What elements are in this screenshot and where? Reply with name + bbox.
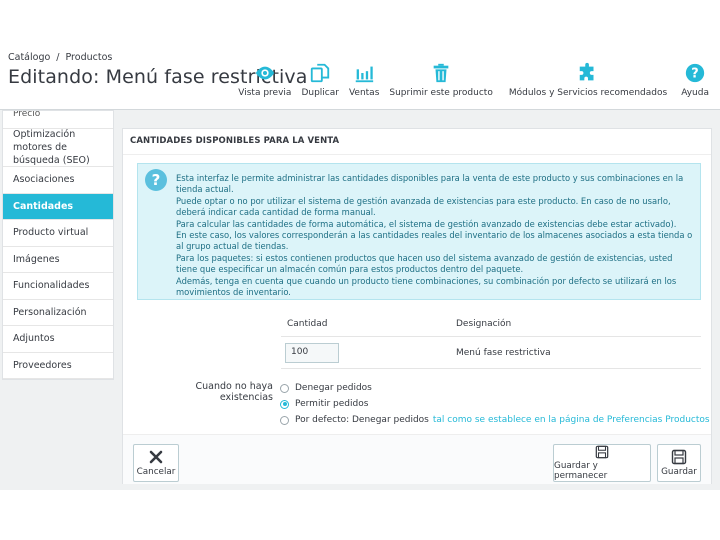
quantities-panel: CANTIDADES DISPONIBLES PARA LA VENTA ? E… [122, 128, 712, 484]
sidebar-item-cut[interactable]: Precio [3, 111, 113, 129]
alert-line: Esta interfaz le permite administrar las… [176, 173, 684, 195]
radio-default[interactable] [280, 415, 289, 425]
preview-button[interactable]: Vista previa [233, 62, 296, 98]
out-of-stock-options: Denegar pedidos Permitir pedidos Por def… [280, 380, 710, 428]
alert-line: Para los paquetes: si estos contienen pr… [176, 252, 673, 275]
sales-button[interactable]: Ventas [344, 62, 384, 98]
cancel-button[interactable]: Cancelar [133, 444, 179, 482]
preview-label: Vista previa [238, 88, 292, 98]
radio-deny[interactable] [280, 383, 289, 393]
out-of-stock-label: Cuando no haya existencias [195, 381, 274, 403]
option-default[interactable]: Por defecto: Denegar pedidos tal como se… [280, 412, 710, 428]
sidebar-item-images[interactable]: Imágenes [3, 247, 113, 273]
save-label: Guardar [661, 467, 697, 477]
alert-line: Puede optar o no por utilizar el sistema… [176, 195, 671, 218]
help-label: Ayuda [681, 88, 709, 98]
sidebar-item-customization[interactable]: Personalización [3, 300, 113, 326]
header-quantity: Cantidad [287, 318, 328, 329]
alert-text: Esta interfaz le permite administrar las… [176, 173, 696, 298]
quantity-table: Cantidad Designación 100 Menú fase restr… [281, 311, 701, 369]
save-button[interactable]: Guardar [657, 444, 701, 482]
sidebar-item-suppliers[interactable]: Proveedores [3, 353, 113, 379]
sidebar-item-quantities[interactable]: Cantidades [3, 193, 113, 220]
modules-button[interactable]: Módulos y Servicios recomendados [504, 62, 672, 98]
alert-line: Para calcular las cantidades de forma au… [176, 218, 677, 229]
puzzle-icon [579, 62, 594, 81]
designation-cell: Menú fase restrictiva [456, 347, 551, 358]
option-allow-orders[interactable]: Permitir pedidos [280, 396, 710, 412]
page-header: Catálogo / Productos Editando: Menú fase… [0, 0, 720, 110]
radio-allow[interactable] [280, 399, 289, 409]
copy-icon [311, 63, 330, 83]
breadcrumb: Catálogo / Productos [8, 52, 112, 63]
svg-text:?: ? [691, 67, 698, 82]
delete-product-button[interactable]: Suprimir este producto [384, 62, 497, 98]
info-alert: ? Esta interfaz le permite administrar l… [137, 163, 701, 300]
cancel-label: Cancelar [136, 467, 176, 477]
alert-line: En este caso, los valores corresponderán… [176, 230, 693, 252]
duplicate-button[interactable]: Duplicar [296, 62, 344, 98]
quantity-input[interactable]: 100 [285, 342, 339, 363]
product-tabs-sidebar: Precio Optimización motores de búsqueda … [2, 110, 114, 380]
floppy-icon [671, 449, 687, 465]
option-label: Permitir pedidos [295, 399, 369, 409]
table-header: Cantidad Designación [281, 311, 701, 337]
breadcrumb-catalog[interactable]: Catálogo [8, 52, 50, 63]
panel-title: CANTIDADES DISPONIBLES PARA LA VENTA [123, 129, 711, 155]
trash-icon [433, 63, 449, 83]
question-icon: ? [145, 169, 167, 191]
help-button[interactable]: ? Ayuda [676, 62, 714, 98]
floppy-icon [595, 445, 609, 459]
option-label: Por defecto: Denegar pedidos [295, 415, 429, 425]
toolbar: Vista previa Duplicar Ventas Suprimir es… [233, 62, 714, 98]
bar-chart-icon [355, 66, 374, 83]
sidebar-item-features[interactable]: Funcionalidades [3, 273, 113, 300]
panel-footer: Cancelar Guardar y permanecer Guardar [123, 434, 711, 484]
sidebar-item-associations[interactable]: Asociaciones [3, 167, 113, 194]
duplicate-label: Duplicar [301, 88, 339, 98]
alert-line: Además, tenga en cuenta que cuando un pr… [176, 275, 677, 298]
sidebar-item-virtual-product[interactable]: Producto virtual [3, 220, 113, 247]
header-designation: Designación [456, 318, 512, 329]
help-icon: ? [685, 63, 705, 83]
save-and-stay-button[interactable]: Guardar y permanecer [553, 444, 651, 482]
breadcrumb-products[interactable]: Productos [66, 52, 113, 63]
preferences-link[interactable]: tal como se establece en la página de Pr… [433, 415, 710, 425]
modules-label: Módulos y Servicios recomendados [508, 88, 668, 98]
save-stay-label: Guardar y permanecer [554, 461, 608, 481]
delete-label: Suprimir este producto [389, 88, 493, 98]
breadcrumb-separator: / [56, 52, 60, 63]
option-deny-orders[interactable]: Denegar pedidos [280, 380, 710, 396]
close-icon [149, 450, 163, 464]
option-label: Denegar pedidos [295, 383, 372, 393]
sales-label: Ventas [348, 88, 380, 98]
sidebar-item-attachments[interactable]: Adjuntos [3, 326, 113, 353]
eye-icon [255, 66, 275, 80]
table-row: 100 Menú fase restrictiva [281, 337, 701, 369]
sidebar-item-seo[interactable]: Optimización motores de búsqueda (SEO) [3, 129, 113, 167]
quantity-cell: 100 [281, 342, 456, 363]
